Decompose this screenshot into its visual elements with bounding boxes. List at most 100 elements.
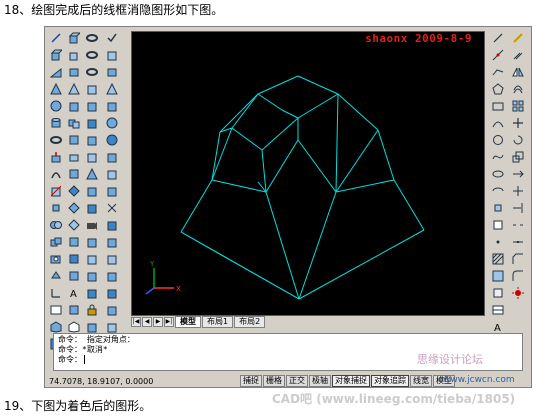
box-icon[interactable] bbox=[67, 48, 80, 61]
diamond-icon[interactable] bbox=[67, 184, 80, 197]
arc-icon[interactable] bbox=[491, 116, 504, 129]
cone-icon[interactable] bbox=[49, 82, 62, 95]
region-icon[interactable] bbox=[491, 286, 504, 299]
section-icon[interactable] bbox=[49, 201, 62, 214]
intersect-icon[interactable] bbox=[49, 269, 62, 282]
first-tab-button[interactable]: |◀ bbox=[131, 317, 141, 327]
render-icon[interactable] bbox=[49, 320, 62, 333]
polygon-icon[interactable] bbox=[491, 82, 504, 95]
tab-layout1[interactable]: 布局1 bbox=[202, 316, 234, 328]
xline-icon[interactable] bbox=[491, 48, 504, 61]
box-icon[interactable] bbox=[85, 269, 98, 282]
text-icon[interactable]: A bbox=[491, 320, 504, 333]
torus-icon[interactable] bbox=[49, 133, 62, 146]
box-icon[interactable] bbox=[67, 252, 80, 265]
grid-toggle[interactable]: 栅格 bbox=[263, 375, 285, 387]
box-icon[interactable] bbox=[85, 99, 98, 112]
box-icon[interactable] bbox=[67, 269, 80, 282]
offset-icon[interactable] bbox=[511, 82, 524, 95]
wedge-icon[interactable] bbox=[49, 65, 62, 78]
move-icon[interactable] bbox=[511, 116, 524, 129]
erase-icon[interactable] bbox=[511, 31, 524, 44]
revolve-icon[interactable] bbox=[49, 167, 62, 180]
osnap-toggle[interactable]: 对象捕捉 bbox=[332, 375, 370, 387]
hatch-icon[interactable] bbox=[491, 252, 504, 265]
pyramid-icon[interactable] bbox=[85, 167, 98, 180]
box-icon[interactable] bbox=[105, 235, 118, 248]
box-icon[interactable] bbox=[85, 320, 98, 333]
trim-icon[interactable] bbox=[511, 184, 524, 197]
box-icon[interactable] bbox=[85, 235, 98, 248]
cylinder-icon[interactable] bbox=[49, 116, 62, 129]
rotate-icon[interactable] bbox=[511, 133, 524, 146]
box-icon[interactable] bbox=[67, 167, 80, 180]
lock-icon[interactable] bbox=[85, 303, 98, 316]
rect-icon[interactable] bbox=[491, 99, 504, 112]
otrack-toggle[interactable]: 对象追踪 bbox=[371, 375, 409, 387]
box-icon[interactable] bbox=[67, 133, 80, 146]
extrude-icon[interactable] bbox=[49, 150, 62, 163]
break-icon[interactable] bbox=[511, 218, 524, 231]
cone-icon[interactable] bbox=[105, 82, 118, 95]
insert-icon[interactable] bbox=[491, 201, 504, 214]
next-tab-button[interactable]: ▶ bbox=[153, 317, 163, 327]
torus-icon[interactable] bbox=[85, 48, 98, 61]
box-icon[interactable] bbox=[85, 286, 98, 299]
pline-icon[interactable] bbox=[491, 65, 504, 78]
tab-model[interactable]: 模型 bbox=[175, 316, 201, 328]
union-icon[interactable] bbox=[49, 235, 62, 248]
interfere-icon[interactable] bbox=[49, 218, 62, 231]
box-icon[interactable] bbox=[67, 116, 80, 129]
scale-icon[interactable] bbox=[511, 150, 524, 163]
box-icon[interactable] bbox=[85, 82, 98, 95]
wireframe-icon[interactable] bbox=[67, 320, 80, 333]
cylinder-icon[interactable] bbox=[67, 65, 80, 78]
sphere-icon[interactable] bbox=[49, 99, 62, 112]
mirror-icon[interactable] bbox=[511, 65, 524, 78]
snap-toggle[interactable]: 捕捉 bbox=[240, 375, 262, 387]
spline-icon[interactable] bbox=[491, 150, 504, 163]
box-icon[interactable] bbox=[105, 320, 118, 333]
box-icon[interactable] bbox=[49, 48, 62, 61]
box-icon[interactable] bbox=[105, 48, 118, 61]
box-icon[interactable] bbox=[105, 184, 118, 197]
join-icon[interactable] bbox=[511, 235, 524, 248]
scissors-icon[interactable] bbox=[105, 201, 118, 214]
gradient-icon[interactable] bbox=[491, 269, 504, 282]
box-icon[interactable] bbox=[105, 303, 118, 316]
prev-tab-button[interactable]: ◀ bbox=[142, 317, 152, 327]
box-icon[interactable] bbox=[67, 150, 80, 163]
box-icon[interactable] bbox=[85, 116, 98, 129]
box-icon[interactable] bbox=[105, 218, 118, 231]
polar-toggle[interactable]: 极轴 bbox=[309, 375, 331, 387]
box-icon[interactable] bbox=[85, 201, 98, 214]
explode-icon[interactable] bbox=[511, 286, 524, 299]
box-icon[interactable] bbox=[85, 184, 98, 197]
box-icon[interactable] bbox=[67, 99, 80, 112]
table-icon[interactable] bbox=[491, 303, 504, 316]
slice-icon[interactable] bbox=[49, 184, 62, 197]
block-icon[interactable] bbox=[491, 218, 504, 231]
view-icon[interactable] bbox=[49, 303, 62, 316]
box-icon[interactable] bbox=[105, 150, 118, 163]
ucs-icon[interactable] bbox=[49, 286, 62, 299]
line-icon[interactable] bbox=[49, 31, 62, 44]
check-icon[interactable] bbox=[105, 31, 118, 44]
cylinder-icon[interactable] bbox=[105, 65, 118, 78]
box-icon[interactable] bbox=[105, 286, 118, 299]
lineweight-toggle[interactable]: 线宽 bbox=[410, 375, 432, 387]
text-icon[interactable]: A bbox=[67, 286, 80, 299]
drawing-canvas[interactable]: shaonx 2009-8-9 Y X bbox=[131, 31, 485, 316]
box-icon[interactable] bbox=[85, 150, 98, 163]
diamond-icon[interactable] bbox=[67, 218, 80, 231]
box-icon[interactable] bbox=[67, 303, 80, 316]
array-icon[interactable] bbox=[511, 99, 524, 112]
box-icon[interactable] bbox=[105, 252, 118, 265]
chamfer-icon[interactable] bbox=[511, 252, 524, 265]
torus-icon[interactable] bbox=[85, 65, 98, 78]
tab-layout2[interactable]: 布局2 bbox=[234, 316, 266, 328]
box-icon[interactable] bbox=[85, 133, 98, 146]
diamond-icon[interactable] bbox=[67, 201, 80, 214]
ellipse-arc-icon[interactable] bbox=[491, 184, 504, 197]
box-icon[interactable] bbox=[105, 99, 118, 112]
